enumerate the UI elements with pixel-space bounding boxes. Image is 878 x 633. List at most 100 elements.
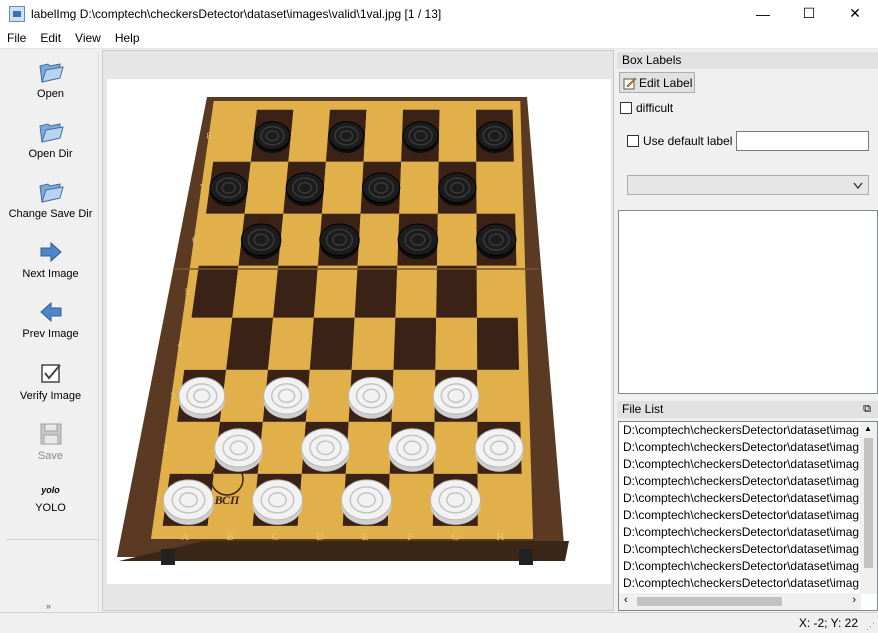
board-square <box>273 265 318 318</box>
board-square <box>433 421 478 474</box>
difficult-checkbox[interactable] <box>620 102 632 114</box>
black-checker-piece <box>328 121 365 154</box>
file-list-item[interactable]: D:\comptech\checkersDetector\dataset\ima… <box>619 490 859 507</box>
white-checker-piece <box>162 479 214 525</box>
board-column-label: F <box>407 531 413 543</box>
board-square <box>435 317 478 370</box>
file-list-item[interactable]: D:\comptech\checkersDetector\dataset\ima… <box>619 422 859 439</box>
menu-file[interactable]: File <box>0 31 33 45</box>
board-square <box>267 317 314 370</box>
file-list-item[interactable]: D:\comptech\checkersDetector\dataset\ima… <box>619 575 859 592</box>
board-square <box>476 317 520 370</box>
menu-edit[interactable]: Edit <box>33 31 68 45</box>
black-checker-piece <box>209 172 248 207</box>
board-square <box>219 369 268 422</box>
file-list-item[interactable]: D:\comptech\checkersDetector\dataset\ima… <box>619 524 859 541</box>
save-button[interactable]: Save <box>2 422 99 462</box>
file-list-item[interactable]: D:\comptech\checkersDetector\dataset\ima… <box>619 541 859 558</box>
open-label: Open <box>37 88 64 100</box>
use-default-label-label: Use default label <box>643 134 733 148</box>
board-square <box>278 213 322 266</box>
white-checker-piece <box>347 377 395 419</box>
status-bar: X: -2; Y: 22 ⋰ <box>0 612 878 633</box>
white-checker-piece <box>178 377 226 419</box>
default-label-input[interactable] <box>736 131 869 151</box>
hscroll-thumb[interactable] <box>637 597 782 606</box>
edit-label-button[interactable]: Edit Label <box>619 72 695 93</box>
white-checker-piece <box>251 479 303 525</box>
verify-image-button[interactable]: Verify Image <box>2 362 99 402</box>
board-column-label: G <box>451 531 459 543</box>
file-list-vscrollbar[interactable]: ▲ <box>860 422 877 594</box>
file-list-item[interactable]: D:\comptech\checkersDetector\dataset\ima… <box>619 439 859 456</box>
file-list-item[interactable]: D:\comptech\checkersDetector\dataset\ima… <box>619 456 859 473</box>
white-checker-piece <box>301 428 350 472</box>
scroll-left-icon[interactable]: ‹ <box>624 594 628 606</box>
board-hinge-right <box>519 549 533 565</box>
checkers-board-image: A B C D E F G H 1 2 3 4 5 6 7 8 ВСП <box>117 97 569 565</box>
open-button[interactable]: Open <box>2 60 99 100</box>
file-list-item[interactable]: D:\comptech\checkersDetector\dataset\ima… <box>619 473 859 490</box>
menu-view[interactable]: View <box>68 31 108 45</box>
board-square <box>437 213 477 266</box>
board-row-label: 1 <box>156 495 161 505</box>
default-label-row: Use default label <box>627 134 732 148</box>
prev-image-button[interactable]: Prev Image <box>2 300 99 340</box>
scroll-up-icon[interactable]: ▲ <box>864 424 872 433</box>
file-list-hscrollbar[interactable]: ‹ › <box>619 593 861 610</box>
close-button[interactable]: ✕ <box>832 0 878 27</box>
change-save-dir-label: Change Save Dir <box>8 208 93 220</box>
vscroll-thumb[interactable] <box>864 438 873 568</box>
board-square <box>351 317 396 370</box>
board-hinge-left <box>161 549 175 565</box>
label-combo-box[interactable] <box>627 175 869 195</box>
board-square <box>438 109 477 162</box>
board-square <box>477 369 521 422</box>
verify-image-label: Verify Image <box>19 390 82 402</box>
black-checker-piece <box>397 223 439 260</box>
title-bar: labelImg D:\comptech\checkersDetector\da… <box>0 0 878 27</box>
file-list-item[interactable]: D:\comptech\checkersDetector\dataset\ima… <box>619 507 859 524</box>
toolbar-extension-icon[interactable]: » <box>46 601 51 611</box>
minimize-button[interactable]: — <box>740 0 786 27</box>
white-checker-piece <box>430 479 482 525</box>
menu-help[interactable]: Help <box>108 31 147 45</box>
board-row-label: 5 <box>185 287 190 297</box>
board-row-label: 2 <box>163 443 168 453</box>
board-square <box>226 317 274 370</box>
board-square <box>476 161 516 214</box>
board-column-label: B <box>226 531 233 543</box>
black-checker-piece <box>402 121 439 154</box>
board-square <box>393 317 437 370</box>
next-image-button[interactable]: Next Image <box>2 240 99 280</box>
black-checker-piece <box>319 223 360 260</box>
scroll-right-icon[interactable]: › <box>852 594 856 606</box>
board-square <box>305 369 352 422</box>
label-list[interactable] <box>618 210 878 394</box>
board-row-label: 6 <box>192 235 197 245</box>
use-default-label-checkbox[interactable] <box>627 135 639 147</box>
float-dock-icon[interactable]: ⧉ <box>863 401 871 418</box>
white-checker-piece <box>214 428 264 472</box>
board-square <box>399 161 439 214</box>
board-square <box>191 265 239 318</box>
format-toggle-button[interactable]: yolo YOLO <box>2 482 99 514</box>
file-list-item[interactable]: D:\comptech\checkersDetector\dataset\ima… <box>619 558 859 575</box>
board-square <box>476 265 518 318</box>
board-square <box>313 265 358 318</box>
difficult-row: difficult <box>620 101 673 115</box>
logo-text: ВСП <box>214 493 240 507</box>
open-dir-button[interactable]: Open Dir <box>2 120 99 160</box>
image-canvas[interactable]: A B C D E F G H 1 2 3 4 5 6 7 8 ВСП <box>102 50 614 611</box>
board-square <box>354 265 398 318</box>
black-checker-piece <box>361 172 401 207</box>
maximize-button[interactable]: ☐ <box>786 0 832 27</box>
size-grip-icon[interactable]: ⋰ <box>866 621 875 632</box>
edit-label-text: Edit Label <box>639 75 693 90</box>
edit-icon <box>623 77 637 89</box>
change-save-dir-button[interactable]: Change Save Dir <box>2 180 99 220</box>
file-list[interactable]: D:\comptech\checkersDetector\dataset\ima… <box>618 421 878 611</box>
board-square <box>288 109 330 162</box>
black-checker-piece <box>475 223 517 260</box>
board-square <box>363 109 404 162</box>
